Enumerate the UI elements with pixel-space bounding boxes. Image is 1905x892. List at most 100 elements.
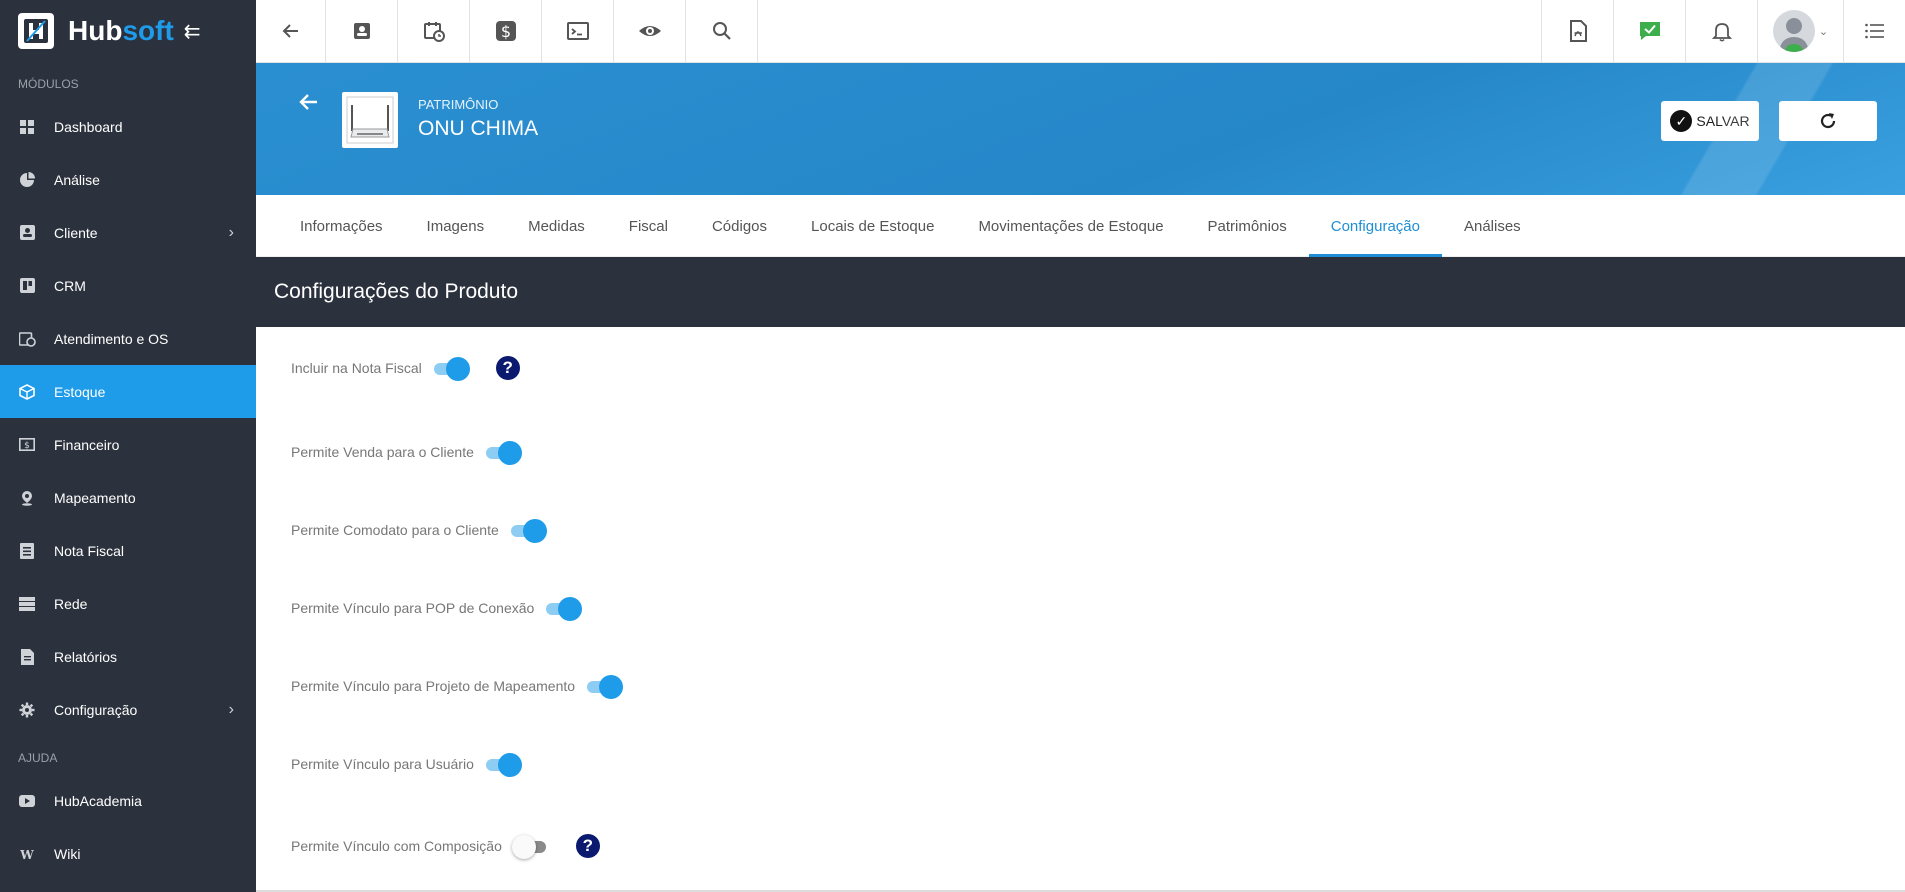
tab-imagens[interactable]: Imagens	[405, 195, 507, 257]
tab-configuracao[interactable]: Configuração	[1308, 195, 1443, 257]
crm-icon	[18, 277, 36, 295]
setting-label: Incluir na Nota Fiscal	[291, 360, 422, 376]
search-icon[interactable]	[686, 0, 758, 62]
server-icon	[18, 595, 36, 613]
tab-fiscal[interactable]: Fiscal	[607, 195, 690, 257]
toggle-knob	[558, 597, 583, 621]
sidebar-item-estoque[interactable]: Estoque	[0, 365, 256, 418]
setting-row-permite-comodato-para-o-cliente: Permite Comodato para o Cliente	[291, 515, 547, 545]
bell-icon[interactable]	[1685, 0, 1757, 62]
dollar-icon[interactable]: $	[470, 0, 542, 62]
page-title: ONU CHIMA	[418, 117, 539, 140]
sidebar-item-nota-fiscal[interactable]: Nota Fiscal	[0, 524, 256, 577]
setting-label: Permite Vínculo com Composição	[291, 838, 502, 854]
header-back-arrow-icon[interactable]	[298, 91, 320, 120]
sidebar-item-label: Relatórios	[54, 648, 118, 665]
toggle-knob	[511, 835, 536, 859]
back-arrow-icon[interactable]	[256, 0, 326, 62]
topbar: $ ⌄	[256, 0, 1905, 63]
save-button-label: SALVAR	[1696, 113, 1750, 129]
header-subtitle: PATRIMÔNIO	[418, 97, 499, 112]
setting-row-permite-vinculo-com-composicao: Permite Vínculo com Composição?	[291, 831, 600, 861]
sidebar-item-label: Financeiro	[54, 436, 120, 453]
section-header: Configurações do Produto	[256, 257, 1905, 327]
setting-label: Permite Venda para o Cliente	[291, 444, 474, 460]
sidebar-item-atendimento-e-os[interactable]: Atendimento e OS	[0, 312, 256, 365]
chat-check-icon[interactable]	[1613, 0, 1685, 62]
setting-label: Permite Vínculo para Projeto de Mapeamen…	[291, 678, 576, 694]
sidebar-item-crm[interactable]: CRM	[0, 259, 256, 312]
toggle-knob	[497, 441, 522, 465]
dashboard-icon	[18, 118, 36, 136]
sidebar-item-label: HubAcademia	[54, 792, 142, 809]
contact-card-icon[interactable]	[326, 0, 398, 62]
tab-bar: Informações Imagens Medidas Fiscal Códigos Lo…	[256, 195, 1905, 257]
sidebar-item-wiki[interactable]: W Wiki	[0, 827, 256, 880]
sidebar-item-analise[interactable]: Análise	[0, 153, 256, 206]
reload-icon	[1820, 113, 1836, 129]
sidebar-item-configuracao[interactable]: Configuração ›	[0, 683, 256, 736]
tab-informacoes[interactable]: Informações	[278, 195, 405, 257]
tab-analises[interactable]: Análises	[1442, 195, 1543, 257]
sidebar-item-label: CRM	[54, 277, 86, 294]
check-circle-icon: ✓	[1670, 110, 1693, 132]
collapse-sidebar-icon[interactable]: ⇇	[184, 19, 201, 44]
sidebar-item-label: Configuração	[54, 701, 138, 718]
chevron-right-icon: ›	[228, 223, 234, 241]
user-menu[interactable]: ⌄	[1757, 0, 1843, 62]
toggle-knob	[522, 519, 547, 543]
reload-button[interactable]	[1779, 101, 1877, 141]
list-menu-icon[interactable]	[1843, 0, 1905, 62]
toggle-switch[interactable]	[585, 674, 624, 699]
setting-label: Permite Vínculo para POP de Conexão	[291, 600, 535, 616]
tab-medidas[interactable]: Medidas	[506, 195, 607, 257]
sidebar-item-financeiro[interactable]: $ Financeiro	[0, 418, 256, 471]
sidebar-item-label: Análise	[54, 171, 100, 188]
sidebar-item-label: Atendimento e OS	[54, 330, 169, 347]
sidebar-item-label: Nota Fiscal	[54, 542, 125, 559]
gear-icon	[18, 701, 36, 719]
sidebar-item-cliente[interactable]: Cliente ›	[0, 206, 256, 259]
tab-movimentacoes-de-estoque[interactable]: Movimentações de Estoque	[956, 195, 1185, 257]
calendar-clock-icon	[18, 330, 36, 348]
calendar-clock-icon[interactable]	[398, 0, 470, 62]
tab-patrimonios[interactable]: Patrimônios	[1186, 195, 1309, 257]
pdf-icon[interactable]	[1541, 0, 1613, 62]
sidebar-item-label: Mapeamento	[54, 489, 136, 506]
toggle-switch[interactable]	[432, 356, 470, 381]
toggle-switch[interactable]	[509, 518, 547, 543]
help-question-icon[interactable]: ?	[575, 834, 600, 858]
save-button[interactable]: ✓ SALVAR	[1661, 101, 1759, 141]
section-title: Configurações do Produto	[274, 280, 518, 303]
tab-locais-de-estoque[interactable]: Locais de Estoque	[789, 195, 956, 257]
settings-panel: Incluir na Nota Fiscal? Permite Venda par…	[256, 327, 1905, 892]
section-label-help: AJUDA	[18, 751, 58, 765]
toggle-switch[interactable]	[484, 440, 522, 465]
setting-row-permite-vinculo-para-pop-de-conexao: Permite Vínculo para POP de Conexão	[291, 593, 583, 623]
sidebar-item-rede[interactable]: Rede	[0, 577, 256, 630]
tab-codigos[interactable]: Códigos	[690, 195, 789, 257]
toggle-knob	[497, 753, 522, 777]
sidebar-item-mapeamento[interactable]: Mapeamento	[0, 471, 256, 524]
toggle-switch[interactable]	[484, 752, 522, 777]
section-label-modules: MÓDULOS	[18, 77, 79, 91]
product-header: PATRIMÔNIO ONU CHIMA ✓ SALVAR	[256, 63, 1905, 195]
sidebar-item-dashboard[interactable]: Dashboard	[0, 100, 256, 153]
sidebar-item-relatorios[interactable]: Relatórios	[0, 630, 256, 683]
wiki-icon: W	[18, 845, 36, 863]
sidebar-item-label: Dashboard	[54, 118, 123, 135]
box-icon	[18, 383, 36, 401]
help-question-icon[interactable]: ?	[495, 356, 520, 380]
hubsoft-logo-icon[interactable]	[18, 13, 54, 49]
toggle-switch[interactable]	[544, 596, 583, 621]
sidebar-item-label: Rede	[54, 595, 88, 612]
eye-icon[interactable]	[614, 0, 686, 62]
brand-name-soft: soft	[122, 15, 174, 46]
sidebar-item-hubacademia[interactable]: HubAcademia	[0, 774, 256, 827]
toggle-switch[interactable]	[511, 834, 550, 859]
terminal-icon[interactable]	[542, 0, 614, 62]
sidebar-item-label: Wiki	[54, 845, 81, 862]
video-icon	[18, 792, 36, 810]
report-icon	[18, 648, 36, 666]
product-thumbnail	[342, 92, 398, 148]
